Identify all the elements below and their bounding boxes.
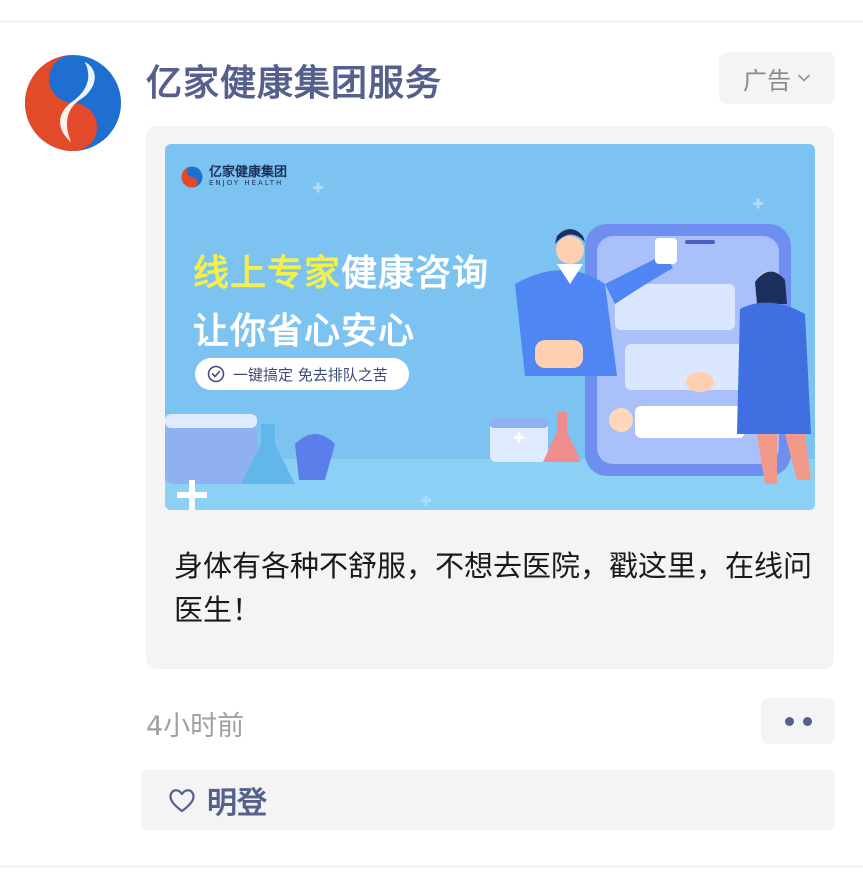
more-dots-icon	[784, 716, 794, 726]
chevron-down-icon	[798, 74, 810, 82]
heart-outline-icon	[169, 789, 195, 813]
headline-highlight: 线上专家	[193, 253, 342, 294]
banner-brand: 亿家健康集团 ENJOY HEALTH	[181, 166, 287, 188]
more-dots-icon	[802, 716, 812, 726]
liker-name[interactable]: 明登	[207, 778, 267, 822]
banner-pill: 一键搞定 免去排队之苦	[195, 358, 409, 390]
likes-bar: 明登	[141, 770, 835, 830]
more-actions-button[interactable]	[761, 698, 835, 744]
ad-caption[interactable]: 身体有各种不舒服，不想去医院，戳这里，在线问医生！	[174, 544, 814, 632]
post-time: 4小时前	[146, 711, 245, 742]
avatar[interactable]	[24, 54, 122, 152]
banner-headline: 线上专家健康咨询	[193, 244, 489, 296]
banner-subheadline: 让你省心安心	[193, 311, 416, 352]
banner-pill-text: 一键搞定 免去排队之苦	[233, 365, 388, 384]
check-circle-icon	[207, 365, 225, 383]
brand-english: ENJOY HEALTH	[209, 179, 284, 187]
ad-label-button[interactable]: 广告	[719, 52, 835, 104]
account-name[interactable]: 亿家健康集团服务	[146, 54, 442, 106]
top-divider	[0, 21, 863, 22]
brand-name: 亿家健康集团	[209, 165, 288, 180]
headline-rest: 健康咨询	[341, 253, 490, 294]
bottom-divider	[0, 866, 863, 867]
brand-logo-icon	[181, 166, 203, 188]
ad-label: 广告	[743, 66, 791, 95]
ad-banner-image[interactable]: 亿家健康集团 ENJOY HEALTH 线上专家健康咨询 让你省心安心 一键搞定…	[165, 144, 815, 510]
